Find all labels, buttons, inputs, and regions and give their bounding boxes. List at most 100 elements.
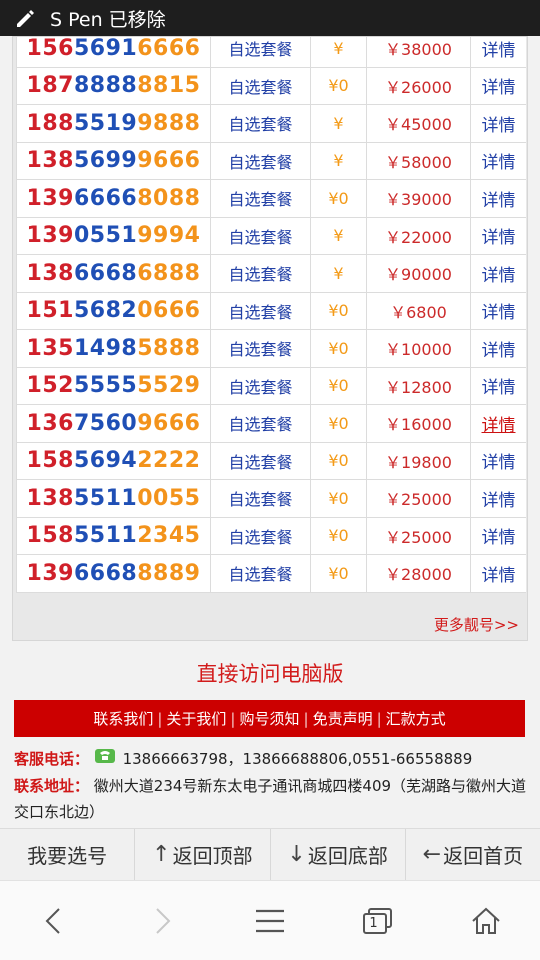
fee-cell: ¥0 [310, 66, 367, 105]
plan-cell: 自选套餐 [210, 441, 311, 480]
phone-line: 客服电话： 13866663798，13866688806,0551-66558… [14, 746, 530, 773]
plan-cell: 自选套餐 [210, 329, 311, 368]
fee-cell: ¥0 [310, 441, 367, 480]
number-row: 15856942222 自选套餐 ¥0 ￥19800 详情 [16, 441, 526, 480]
number-middle: 1498 [73, 335, 138, 361]
price-cell: ￥19800 [366, 441, 471, 480]
number-middle: 5682 [73, 298, 138, 324]
phone-number[interactable]: 13855110055 [16, 479, 211, 518]
detail-link[interactable]: 详情 [470, 104, 526, 143]
browser-tabs-button[interactable]: 1 [343, 891, 413, 951]
number-middle: 6668 [73, 260, 138, 286]
desktop-version-link[interactable]: 直接访问电脑版 [0, 658, 540, 688]
address-label: 联系地址： [14, 776, 90, 795]
number-row: 13905519994 自选套餐 ¥ ￥22000 详情 [16, 216, 526, 255]
detail-link[interactable]: 详情 [470, 37, 526, 68]
number-row: 15156820666 自选套餐 ¥0 ￥6800 详情 [16, 291, 526, 330]
footer-link-disclaimer[interactable]: 免责声明 [313, 708, 373, 729]
number-middle: 7560 [73, 410, 138, 436]
plan-cell: 自选套餐 [210, 141, 311, 180]
number-middle: 5555 [73, 373, 138, 399]
number-row: 13855110055 自选套餐 ¥0 ￥25000 详情 [16, 479, 526, 518]
detail-link[interactable]: 详情 [470, 366, 526, 405]
price-cell: ￥28000 [366, 554, 471, 593]
number-prefix: 188 [26, 110, 74, 136]
phone-number[interactable]: 15855112345 [16, 516, 211, 555]
fee-cell: ¥0 [310, 554, 367, 593]
back-to-bottom-label: 返回底部 [307, 844, 388, 868]
detail-link[interactable]: 详情 [470, 404, 526, 443]
phone-number[interactable]: 13675609666 [16, 404, 211, 443]
number-suffix: 2222 [137, 448, 201, 474]
footer-link-contact[interactable]: 联系我们 [93, 708, 153, 729]
phone-number[interactable]: 13866686888 [16, 254, 211, 293]
back-to-home-button[interactable]: ← 返回首页 [405, 829, 540, 880]
select-number-button[interactable]: 我要选号 [0, 829, 136, 880]
browser-forward-button[interactable] [127, 891, 197, 951]
number-middle: 5511 [73, 523, 138, 549]
detail-link[interactable]: 详情 [470, 141, 526, 180]
detail-link[interactable]: 详情 [470, 441, 526, 480]
footer-link-about[interactable]: 关于我们 [166, 708, 226, 729]
detail-link[interactable]: 详情 [470, 479, 526, 518]
plan-cell: 自选套餐 [210, 516, 311, 555]
fee-cell: ¥0 [310, 366, 367, 405]
plan-cell: 自选套餐 [210, 479, 311, 518]
number-prefix: 136 [26, 410, 74, 436]
browser-menu-button[interactable] [235, 891, 305, 951]
fee-cell: ¥0 [310, 291, 367, 330]
price-cell: ￥12800 [366, 366, 471, 405]
address-value: 徽州大道234号新东太电子通讯商城四楼409（芜湖路与徽州大道交口东北边） [14, 776, 527, 821]
back-to-top-button[interactable]: ↑ 返回顶部 [135, 829, 271, 880]
fee-cell: ¥0 [310, 404, 367, 443]
number-prefix: 138 [26, 260, 74, 286]
detail-link[interactable]: 详情 [470, 291, 526, 330]
more-numbers-link[interactable]: 更多靓号>> [434, 614, 519, 635]
phone-number[interactable]: 15656916666 [16, 37, 211, 68]
number-suffix: 9994 [137, 223, 201, 249]
phone-number[interactable]: 13856999666 [16, 141, 211, 180]
number-middle: 5511 [73, 485, 138, 511]
detail-link[interactable]: 详情 [470, 216, 526, 255]
detail-link[interactable]: 详情 [470, 554, 526, 593]
price-cell: ￥58000 [366, 141, 471, 180]
price-cell: ￥25000 [366, 516, 471, 555]
fee-cell: ¥ [310, 216, 367, 255]
number-suffix: 8815 [137, 73, 201, 99]
phone-number[interactable]: 13966688889 [16, 554, 211, 593]
footer-link-payment[interactable]: 汇款方式 [386, 708, 446, 729]
detail-link[interactable]: 详情 [470, 254, 526, 293]
number-suffix: 8088 [137, 185, 201, 211]
footer-link-purchase-notice[interactable]: 购号须知 [239, 708, 299, 729]
footer-separator: | [376, 709, 382, 728]
phone-number[interactable]: 15856942222 [16, 441, 211, 480]
browser-home-button[interactable] [451, 891, 521, 951]
phone-value[interactable]: 13866663798，13866688806,0551-66558889 [123, 750, 473, 768]
phone-number[interactable]: 13966668088 [16, 179, 211, 218]
phone-number[interactable]: 18855199888 [16, 104, 211, 143]
bottom-action-bar: 我要选号 ↑ 返回顶部 ↓ 返回底部 ← 返回首页 [0, 828, 540, 880]
phone-number[interactable]: 13905519994 [16, 216, 211, 255]
price-cell: ￥26000 [366, 66, 471, 105]
footer-separator: | [303, 709, 309, 728]
detail-link[interactable]: 详情 [470, 516, 526, 555]
phone-number[interactable]: 18788888815 [16, 66, 211, 105]
number-row: 13966668088 自选套餐 ¥0 ￥39000 详情 [16, 179, 526, 218]
number-middle: 8888 [73, 73, 138, 99]
back-to-bottom-button[interactable]: ↓ 返回底部 [270, 829, 406, 880]
detail-link[interactable]: 详情 [470, 329, 526, 368]
detail-link[interactable]: 详情 [470, 179, 526, 218]
price-cell: ￥90000 [366, 254, 471, 293]
number-row: 13966688889 自选套餐 ¥0 ￥28000 详情 [16, 554, 526, 593]
price-cell: ￥16000 [366, 404, 471, 443]
number-prefix: 139 [26, 185, 74, 211]
fee-cell: ¥ [310, 37, 367, 68]
plan-cell: 自选套餐 [210, 291, 311, 330]
phone-number[interactable]: 15255555529 [16, 366, 211, 405]
plan-cell: 自选套餐 [210, 37, 311, 68]
phone-number[interactable]: 15156820666 [16, 291, 211, 330]
browser-back-button[interactable] [19, 891, 89, 951]
detail-link[interactable]: 详情 [470, 66, 526, 105]
phone-number[interactable]: 13514985888 [16, 329, 211, 368]
fee-cell: ¥ [310, 254, 367, 293]
